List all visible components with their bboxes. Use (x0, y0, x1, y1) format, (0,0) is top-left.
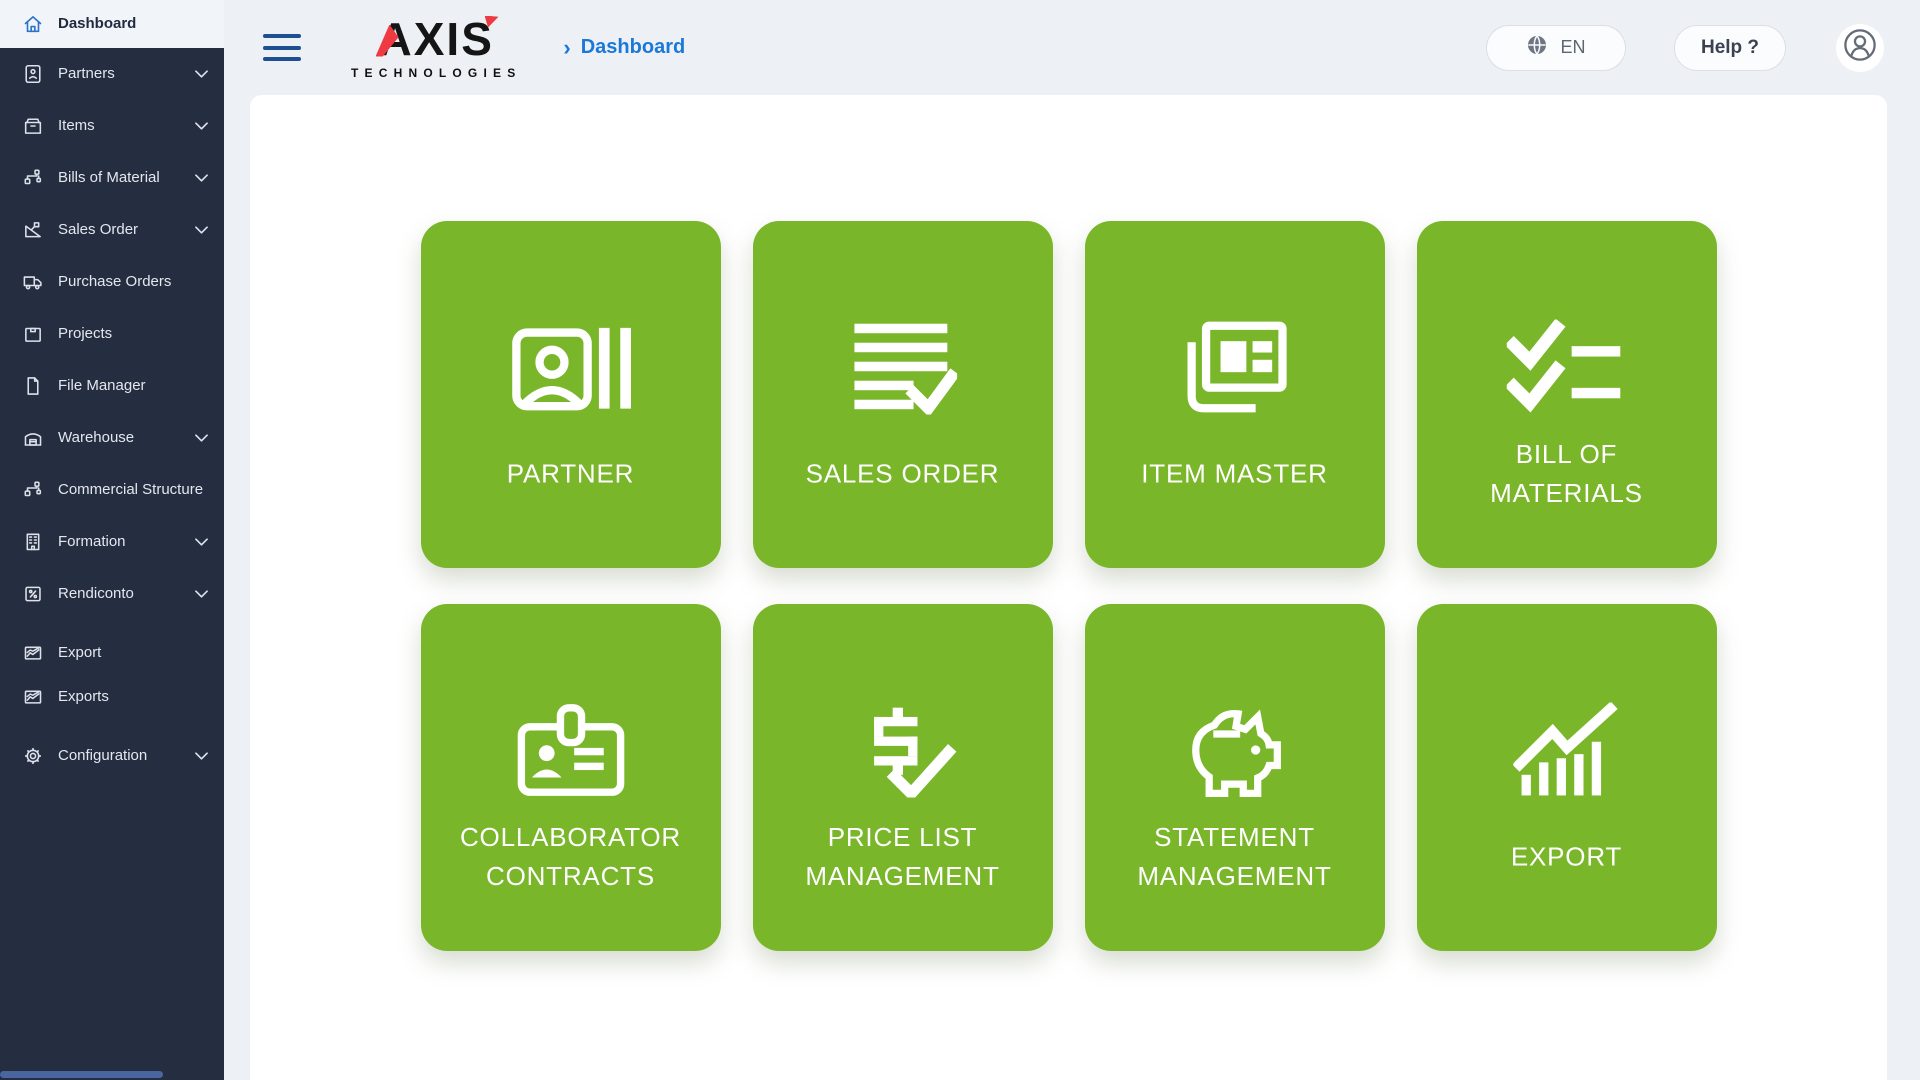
sidebar-item-partners[interactable]: Partners (0, 48, 224, 100)
top-bar: AXIS TECHNOLOGIES › Dashboard EN Help ? (224, 0, 1920, 95)
sidebar-item-label: Purchase Orders (58, 272, 208, 292)
breadcrumb[interactable]: › Dashboard (563, 36, 685, 59)
sidebar-item-projects[interactable]: Projects (0, 308, 224, 360)
tile-label: SALES ORDER (765, 455, 1041, 494)
hamburger-menu-icon[interactable] (263, 34, 301, 61)
sidebar: Dashboard Partners Items Bills of Material S… (0, 0, 224, 1080)
sidebar-item-label: Commercial Structure (58, 480, 208, 500)
sidebar-item-label: File Manager (58, 376, 208, 396)
sidebar-item-label: Exports (58, 687, 208, 707)
truck-icon (22, 271, 44, 293)
tile-label: PRICE LIST MANAGEMENT (765, 818, 1041, 896)
breadcrumb-chevron-icon: › (563, 37, 570, 59)
tile-statement-management[interactable]: STATEMENT MANAGEMENT (1085, 604, 1385, 951)
sales-order-icon (848, 319, 958, 414)
chevron-down-icon (195, 752, 208, 760)
chevron-down-icon (195, 590, 208, 598)
sidebar-item-label: Rendiconto (58, 584, 191, 604)
tile-item-master[interactable]: ITEM MASTER (1085, 221, 1385, 568)
sidebar-item-file-manager[interactable]: File Manager (0, 360, 224, 412)
piggy-icon (1181, 702, 1288, 797)
home-icon (22, 13, 44, 35)
sidebar-item-purchase-orders[interactable]: Purchase Orders (0, 256, 224, 308)
building-icon (22, 531, 44, 553)
gauge-icon (22, 219, 44, 241)
app-logo[interactable]: AXIS TECHNOLOGIES (351, 16, 521, 80)
chevron-down-icon (195, 70, 208, 78)
logo-subtitle: TECHNOLOGIES (351, 66, 521, 80)
sidebar-item-label: Warehouse (58, 428, 191, 448)
help-button[interactable]: Help ? (1674, 25, 1786, 71)
globe-icon (1526, 34, 1548, 61)
tile-label: ITEM MASTER (1097, 455, 1373, 494)
sidebar-item-configuration[interactable]: Configuration (0, 730, 224, 782)
header-actions: EN Help ? (1486, 24, 1884, 72)
sidebar-item-label: Items (58, 116, 191, 136)
sidebar-item-label: Sales Order (58, 220, 191, 240)
chevron-down-icon (195, 174, 208, 182)
sidebar-item-items[interactable]: Items (0, 100, 224, 152)
sidebar-item-label: Export (58, 643, 208, 663)
tile-price-list-management[interactable]: PRICE LIST MANAGEMENT (753, 604, 1053, 951)
percent-icon (22, 583, 44, 605)
file-icon (22, 375, 44, 397)
price-list-icon (849, 702, 956, 797)
breadcrumb-current: Dashboard (581, 36, 685, 59)
sidebar-item-dashboard[interactable]: Dashboard (0, 0, 224, 48)
tile-label: BILL OF MATERIALS (1429, 435, 1705, 513)
item-master-icon (1181, 319, 1288, 414)
user-avatar-button[interactable] (1836, 24, 1884, 72)
chevron-down-icon (195, 434, 208, 442)
tile-label: COLLABORATOR CONTRACTS (433, 818, 709, 896)
partners-icon (22, 63, 44, 85)
sidebar-nav: Dashboard Partners Items Bills of Material S… (0, 0, 224, 782)
sidebar-item-label: Bills of Material (58, 168, 191, 188)
nodes-icon (22, 479, 44, 501)
chevron-down-icon (195, 122, 208, 130)
partner-icon (508, 319, 634, 414)
help-label: Help ? (1701, 37, 1759, 59)
bom-icon (1506, 319, 1626, 414)
items-icon (22, 115, 44, 137)
tile-label: STATEMENT MANAGEMENT (1097, 818, 1373, 896)
sidebar-item-label: Dashboard (58, 14, 208, 34)
sidebar-item-warehouse[interactable]: Warehouse (0, 412, 224, 464)
tile-label: PARTNER (433, 455, 709, 494)
shed-icon (22, 427, 44, 449)
tile-partner[interactable]: PARTNER (421, 221, 721, 568)
tile-label: EXPORT (1429, 838, 1705, 877)
sidebar-item-sales-order[interactable]: Sales Order (0, 204, 224, 256)
drawer-icon (22, 323, 44, 345)
language-label: EN (1560, 37, 1585, 58)
language-button[interactable]: EN (1486, 25, 1626, 71)
chevron-down-icon (195, 538, 208, 546)
tile-collaborator-contracts[interactable]: COLLABORATOR CONTRACTS (421, 604, 721, 951)
sidebar-item-bills-of-material[interactable]: Bills of Material (0, 152, 224, 204)
sidebar-item-label: Configuration (58, 746, 191, 766)
sidebar-item-formation[interactable]: Formation (0, 516, 224, 568)
dashboard-content: PARTNER SALES ORDER ITEM MASTER BILL OF MAT… (250, 95, 1887, 1080)
logo-wordmark: AXIS (379, 16, 494, 62)
chevron-down-icon (195, 226, 208, 234)
sidebar-item-label: Projects (58, 324, 208, 344)
sidebar-scrollbar[interactable] (0, 1071, 163, 1078)
tile-bill-of-materials[interactable]: BILL OF MATERIALS (1417, 221, 1717, 568)
tiles-grid: PARTNER SALES ORDER ITEM MASTER BILL OF MAT… (250, 95, 1887, 951)
user-icon (1842, 27, 1878, 68)
export-icon (1513, 702, 1620, 797)
tile-sales-order[interactable]: SALES ORDER (753, 221, 1053, 568)
sidebar-item-exports[interactable]: Exports (0, 675, 224, 719)
main-area: AXIS TECHNOLOGIES › Dashboard EN Help ? … (224, 0, 1920, 1080)
collaborator-icon (516, 702, 626, 797)
chart-icon (22, 686, 44, 708)
sidebar-item-commercial-structure[interactable]: Commercial Structure (0, 464, 224, 516)
tile-export[interactable]: EXPORT (1417, 604, 1717, 951)
sidebar-item-export[interactable]: Export (0, 631, 224, 675)
sidebar-item-label: Formation (58, 532, 191, 552)
sidebar-item-label: Partners (58, 64, 191, 84)
sidebar-item-rendiconto[interactable]: Rendiconto (0, 568, 224, 620)
gear-icon (22, 745, 44, 767)
nodes-icon (22, 167, 44, 189)
chart-icon (22, 642, 44, 664)
